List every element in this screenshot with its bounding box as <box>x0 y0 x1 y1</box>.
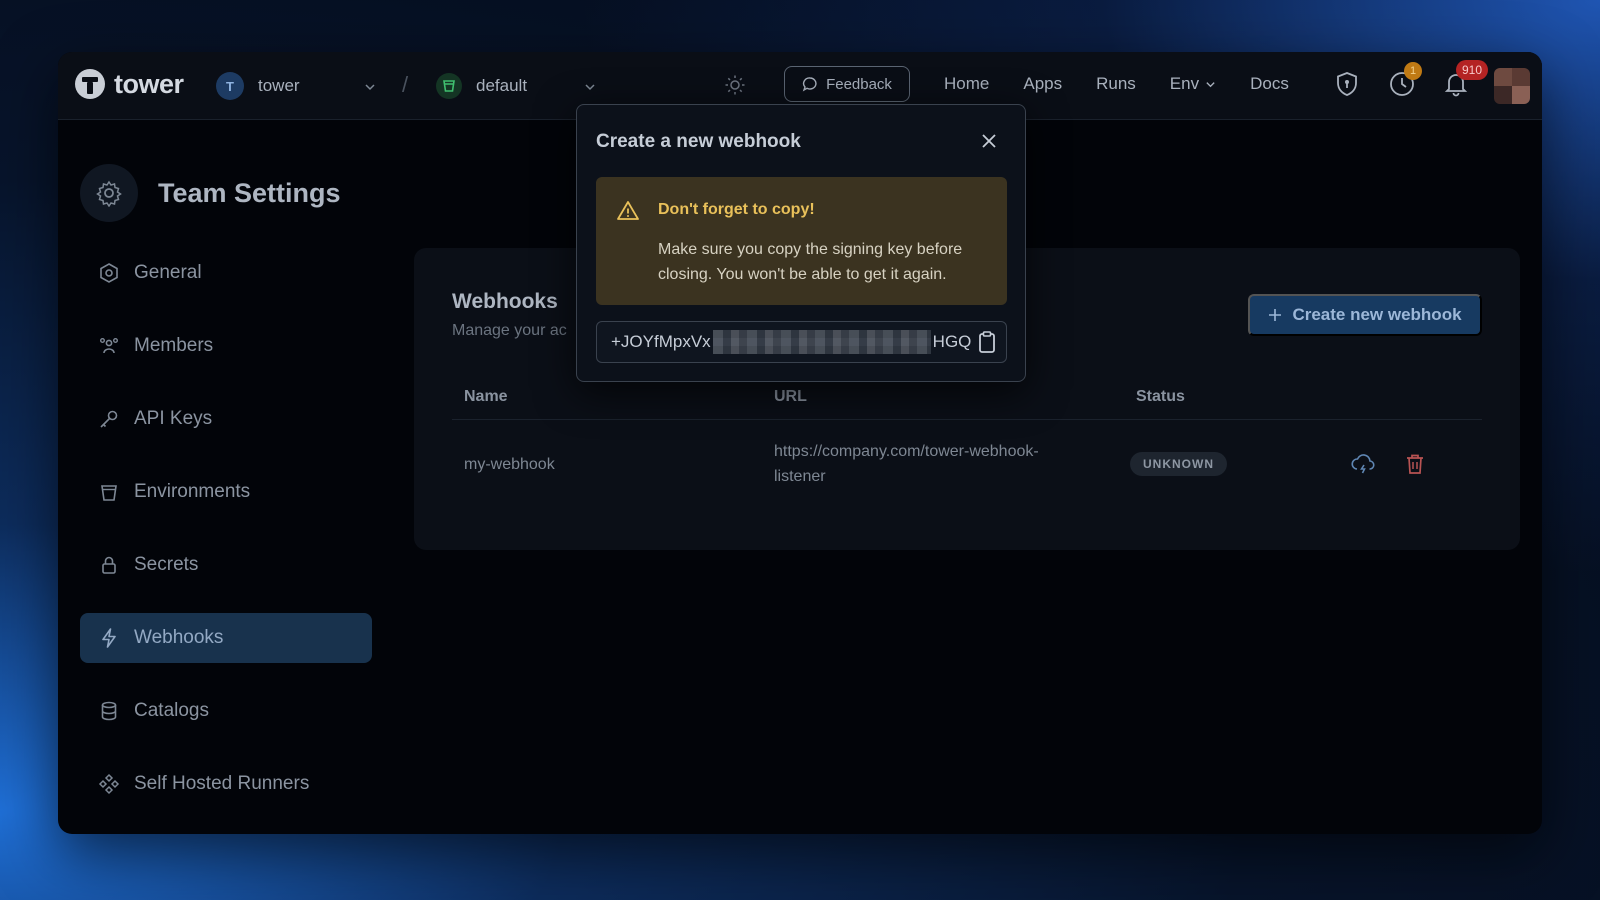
gear-icon <box>80 164 138 222</box>
sidebar-item-label: Secrets <box>134 554 199 575</box>
sidebar-item-catalogs[interactable]: Catalogs <box>80 686 372 736</box>
nav-home[interactable]: Home <box>944 74 989 94</box>
breadcrumb-separator: / <box>402 72 409 97</box>
chat-bubble-icon <box>802 77 817 92</box>
sidebar-item-self-hosted-runners[interactable]: Self Hosted Runners <box>80 759 372 809</box>
feedback-label: Feedback <box>826 75 892 93</box>
brand-name: tower <box>114 68 184 99</box>
webhooks-title: Webhooks <box>452 290 558 313</box>
activity-button[interactable]: 1 <box>1388 62 1422 98</box>
database-icon <box>101 701 117 721</box>
redacted-key <box>712 330 931 354</box>
nodes-icon <box>98 773 120 795</box>
warning-triangle-icon <box>617 201 639 220</box>
settings-sidebar: General Members API Keys Environments Se… <box>80 248 372 832</box>
signing-key-start: +JOYfMpxVx <box>611 332 711 351</box>
notifications-badge: 910 <box>1456 60 1489 80</box>
cloud-lightning-icon[interactable] <box>1350 451 1376 477</box>
table-header: Name URL Status <box>452 376 1482 420</box>
webhook-url-line1: https://company.com/tower-webhook- <box>774 443 1039 460</box>
close-icon[interactable] <box>979 131 999 151</box>
sidebar-item-label: Members <box>134 335 214 356</box>
sidebar-item-label: Catalogs <box>134 700 209 721</box>
sidebar-item-label: General <box>134 262 202 283</box>
bucket-icon <box>101 485 117 501</box>
create-webhook-label: Create new webhook <box>1292 305 1462 324</box>
webhooks-subtitle: Manage your ac <box>452 322 567 339</box>
create-webhook-button[interactable]: Create new webhook <box>1248 294 1482 336</box>
theme-toggle-sun-icon[interactable] <box>724 74 746 96</box>
notifications-button[interactable]: 910 <box>1442 60 1489 98</box>
environment-icon <box>436 73 462 99</box>
trash-icon[interactable] <box>1402 451 1428 477</box>
users-icon <box>100 338 118 354</box>
team-name: tower <box>258 76 300 95</box>
sidebar-item-label: Environments <box>134 481 251 502</box>
chevron-down-icon <box>1206 81 1215 87</box>
page-title: Team Settings <box>158 177 341 208</box>
key-icon <box>100 410 118 428</box>
activity-badge: 1 <box>1404 62 1422 80</box>
lock-icon <box>102 556 116 574</box>
nav-docs[interactable]: Docs <box>1250 74 1289 94</box>
sidebar-item-label: Self Hosted Runners <box>134 773 310 794</box>
team-switcher[interactable]: T tower <box>216 70 386 102</box>
nav-env-label: Env <box>1169 74 1200 93</box>
webhook-url: https://company.com/tower-webhook- liste… <box>774 439 1039 489</box>
brand-logo[interactable]: tower <box>74 68 184 100</box>
nav-env[interactable]: Env <box>1170 74 1216 94</box>
nav-runs[interactable]: Runs <box>1096 74 1136 94</box>
page-header: Team Settings <box>80 164 341 222</box>
column-header-status: Status <box>1136 388 1185 405</box>
user-avatar[interactable] <box>1494 68 1530 104</box>
chevron-down-icon <box>585 84 595 91</box>
status-badge: UNKNOWN <box>1130 452 1227 476</box>
hexagon-cog-icon <box>100 263 118 283</box>
team-avatar: T <box>216 72 244 100</box>
shield-icon[interactable] <box>1333 70 1361 98</box>
lightning-icon <box>102 628 116 648</box>
signing-key-field[interactable]: +JOYfMpxVx HGQ <box>596 321 1007 363</box>
warning-body: Make sure you copy the signing key befor… <box>658 241 963 283</box>
webhook-url-line2: listener <box>774 468 826 485</box>
sidebar-item-label: Webhooks <box>134 627 224 648</box>
sidebar-item-general[interactable]: General <box>80 248 372 298</box>
signing-key-end: HGQ <box>932 332 972 351</box>
sidebar-item-members[interactable]: Members <box>80 321 372 371</box>
sidebar-item-secrets[interactable]: Secrets <box>80 540 372 590</box>
tower-logo-icon <box>75 69 105 99</box>
sidebar-item-api-keys[interactable]: API Keys <box>80 394 372 444</box>
modal-title: Create a new webhook <box>596 131 801 152</box>
feedback-button[interactable]: Feedback <box>784 66 910 102</box>
clipboard-icon[interactable] <box>975 330 999 354</box>
sidebar-item-webhooks[interactable]: Webhooks <box>80 613 372 663</box>
table-row: my-webhook https://company.com/tower-web… <box>452 424 1482 504</box>
plus-icon <box>1269 309 1282 321</box>
sidebar-item-label: API Keys <box>134 408 213 429</box>
main-nav: Home Apps Runs Env Docs <box>944 74 1323 94</box>
webhook-name: my-webhook <box>464 456 555 473</box>
environment-name: default <box>476 76 528 95</box>
warning-title: Don't forget to copy! <box>658 201 815 218</box>
sidebar-item-environments[interactable]: Environments <box>80 467 372 517</box>
chevron-down-icon <box>365 84 375 91</box>
copy-warning-alert: Don't forget to copy! Make sure you copy… <box>596 177 1007 305</box>
create-webhook-modal: Create a new webhook Don't forget to cop… <box>576 104 1026 382</box>
environment-switcher[interactable]: default <box>436 70 596 102</box>
column-header-name: Name <box>464 388 508 405</box>
nav-apps[interactable]: Apps <box>1023 74 1062 94</box>
app-window: tower T tower / default Feedback Home Ap… <box>58 52 1542 834</box>
column-header-url: URL <box>774 388 807 405</box>
